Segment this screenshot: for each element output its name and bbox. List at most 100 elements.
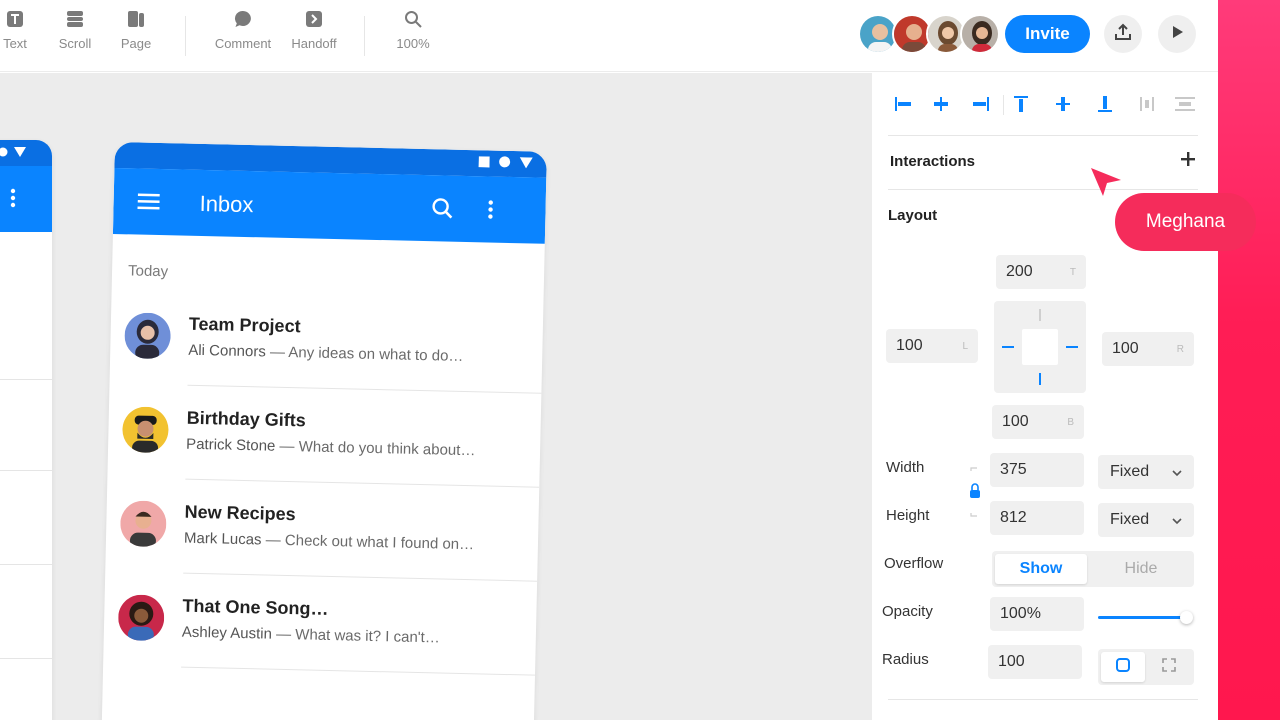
constraint-right[interactable] (1066, 346, 1078, 348)
height-label: Height (886, 507, 930, 524)
artboard-partial[interactable] (0, 140, 52, 720)
width-mode-value: Fixed (1110, 463, 1150, 480)
alignment-toolbar (890, 91, 1200, 121)
divider (0, 658, 52, 659)
constraint-left[interactable] (1002, 346, 1014, 348)
radius-uniform-button[interactable] (1101, 652, 1145, 682)
comment-tool[interactable]: Comment (208, 10, 278, 51)
margin-top-value: 200 (1006, 263, 1033, 280)
comment-tool-label: Comment (214, 36, 272, 51)
overflow-show-button[interactable]: Show (995, 554, 1087, 584)
avatar (121, 406, 169, 454)
align-left-icon[interactable] (890, 91, 916, 117)
constraint-top[interactable] (1039, 309, 1041, 321)
menu-icon[interactable] (137, 193, 160, 216)
more-vert-icon[interactable] (487, 199, 494, 224)
margin-right-suffix: R (1176, 343, 1184, 355)
distribute-horizontal-icon[interactable] (1134, 91, 1160, 117)
section-label: Today (127, 262, 169, 281)
search-icon[interactable] (431, 197, 454, 224)
align-center-h-icon[interactable] (928, 91, 954, 117)
align-middle-icon[interactable] (1050, 91, 1076, 117)
list-item[interactable]: New Recipes Mark Lucas — Check out what … (105, 478, 539, 582)
page-tool[interactable]: Page (101, 10, 171, 51)
status-triangle-icon (14, 144, 26, 162)
status-bar (0, 140, 52, 166)
aspect-lock-icon[interactable] (968, 465, 982, 528)
plus-icon (1181, 151, 1195, 171)
zoom-icon (404, 10, 422, 28)
layout-title: Layout (888, 207, 938, 224)
margin-left-field[interactable]: 100 L (886, 329, 978, 363)
chevron-down-icon (1172, 465, 1182, 477)
design-canvas[interactable]: Inbox Today Team Project Ali Connors — A… (0, 73, 872, 720)
radius-individual-button[interactable] (1147, 652, 1191, 682)
list-item[interactable]: Team Project Ali Connors — Any ideas on … (110, 290, 544, 394)
overflow-toggle: Show Hide (992, 551, 1194, 587)
margin-right-field[interactable]: 100 R (1102, 332, 1194, 366)
corners-icon (1162, 657, 1176, 677)
divider (0, 470, 52, 471)
opacity-slider-handle[interactable] (1180, 611, 1193, 624)
distribute-vertical-icon[interactable] (1172, 91, 1198, 117)
more-vert-icon[interactable] (10, 188, 16, 213)
zoom-control[interactable]: 100% (378, 10, 448, 51)
avatar[interactable] (960, 14, 1000, 54)
constraint-bottom[interactable] (1039, 373, 1041, 385)
width-field[interactable]: 375 (990, 453, 1084, 487)
height-mode-select[interactable]: Fixed (1098, 503, 1194, 537)
opacity-slider-track[interactable] (1098, 616, 1186, 619)
mail-sender: Ashley Austin (181, 623, 273, 643)
constraint-widget[interactable] (994, 301, 1086, 393)
text-icon (6, 10, 24, 28)
width-mode-select[interactable]: Fixed (1098, 455, 1194, 489)
margin-bottom-value: 100 (1002, 413, 1029, 430)
divider (181, 666, 536, 676)
margin-bottom-field[interactable]: 100 B (992, 405, 1084, 439)
toolbar-divider (185, 16, 186, 56)
mail-snippet: — What do you think about… (275, 437, 476, 460)
list-item[interactable]: Birthday Gifts Patrick Stone — What do y… (107, 384, 541, 488)
mail-subject: Team Project (188, 313, 301, 337)
radius-field[interactable]: 100 (988, 645, 1082, 679)
opacity-field[interactable]: 100% (990, 597, 1084, 631)
divider (1003, 95, 1004, 115)
divider (888, 135, 1198, 136)
mail-snippet: — Any ideas on what to do… (265, 343, 464, 365)
scroll-tool[interactable]: Scroll (40, 10, 110, 51)
inbox-artboard[interactable]: Inbox Today Team Project Ali Connors — A… (101, 142, 547, 720)
collaborator-avatars (858, 14, 1000, 54)
mail-sender: Patrick Stone (185, 435, 276, 455)
share-button[interactable] (1104, 15, 1142, 53)
side-accent-strip (1218, 0, 1280, 720)
divider (888, 699, 1198, 700)
add-interaction-button[interactable] (1178, 151, 1198, 171)
divider (0, 379, 52, 380)
invite-button[interactable]: Invite (1005, 15, 1090, 53)
mail-preview: Ali Connors — Any ideas on what to do… (188, 342, 463, 365)
handoff-tool-label: Handoff (291, 36, 337, 51)
constraint-center (1022, 329, 1058, 365)
mail-sender: Mark Lucas (183, 529, 262, 549)
align-top-icon[interactable] (1008, 91, 1034, 117)
opacity-label: Opacity (882, 603, 933, 620)
handoff-tool[interactable]: Handoff (279, 10, 349, 51)
mail-sender: Ali Connors (188, 341, 267, 361)
margin-left-suffix: L (962, 340, 968, 352)
preview-button[interactable] (1158, 15, 1196, 53)
margin-top-field[interactable]: 200 T (996, 255, 1086, 289)
width-value: 375 (1000, 461, 1027, 478)
margin-top-suffix: T (1069, 266, 1076, 278)
page-tool-label: Page (120, 36, 152, 51)
avatar (117, 594, 165, 642)
divider (888, 189, 1198, 190)
mail-snippet: — What was it? I can't… (271, 625, 441, 647)
zoom-level: 100% (396, 36, 430, 51)
align-bottom-icon[interactable] (1092, 91, 1118, 117)
align-right-icon[interactable] (968, 91, 994, 117)
list-item[interactable]: That One Song… Ashley Austin — What was … (103, 572, 537, 676)
height-field[interactable]: 812 (990, 501, 1084, 535)
overflow-label: Overflow (884, 555, 944, 572)
mail-preview: Patrick Stone — What do you think about… (186, 436, 476, 460)
overflow-hide-button[interactable]: Hide (1095, 554, 1187, 584)
